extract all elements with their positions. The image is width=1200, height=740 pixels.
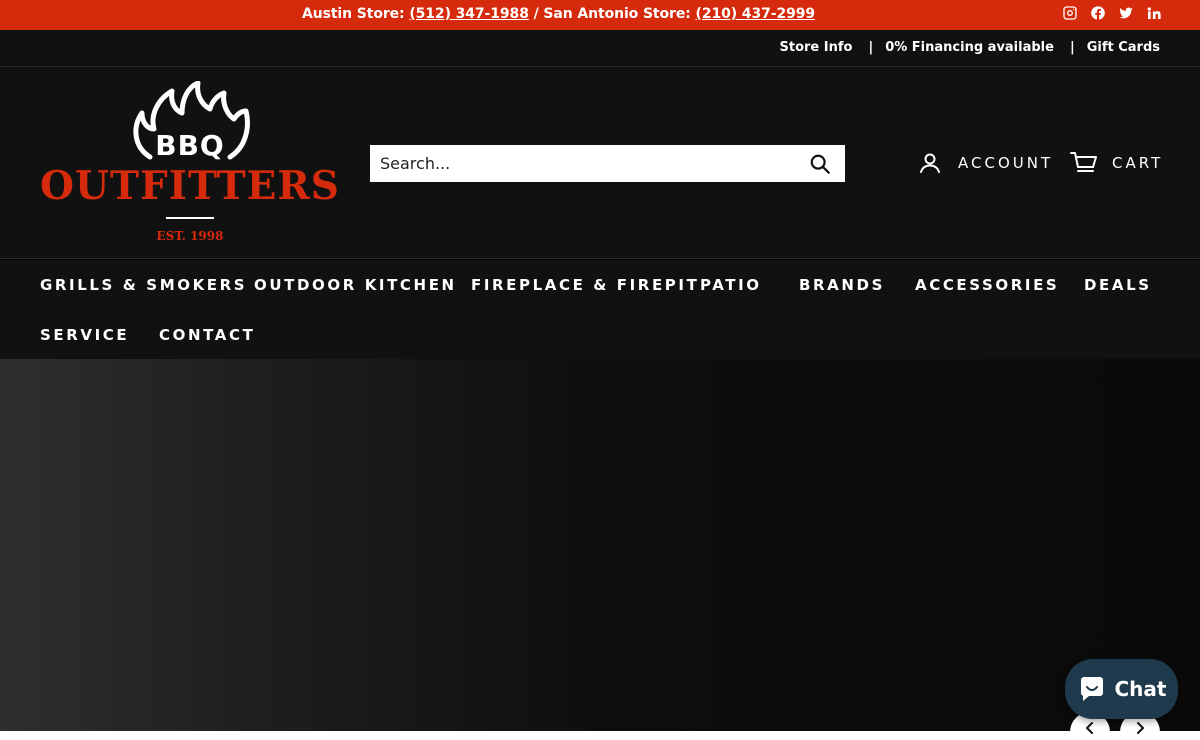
logo-divider [166, 217, 214, 219]
announcement-bar: Austin Store: (512) 347-1988 / San Anton… [0, 0, 1200, 30]
nav-item-accessories[interactable]: ACCESSORIES [915, 276, 1059, 294]
chevron-left-icon [1086, 722, 1093, 734]
chat-button[interactable]: Chat [1065, 659, 1178, 719]
cart-icon [1070, 152, 1097, 172]
search-input[interactable] [370, 145, 795, 182]
logo-bbq-text: BBQ [155, 129, 225, 162]
nav-item-patio[interactable]: PATIO [700, 276, 762, 294]
store-info-link[interactable]: Store Info [780, 40, 853, 55]
search-button[interactable] [795, 145, 845, 182]
san-antonio-phone-link[interactable]: (210) 437-2999 [696, 6, 816, 22]
utility-bar: Store Info | 0% Financing available | Gi… [0, 30, 1200, 67]
logo-wordmark: OUTFITTERS [40, 163, 340, 209]
chat-label: Chat [1114, 677, 1167, 701]
social-links [1062, 5, 1162, 21]
hero-banner [0, 359, 1200, 731]
nav-item-service[interactable]: SERVICE [40, 326, 129, 344]
facebook-icon[interactable] [1090, 5, 1106, 21]
account-label: ACCOUNT [958, 154, 1054, 172]
nav-item-fireplace-firepit[interactable]: FIREPLACE & FIREPIT [471, 276, 699, 294]
utility-separator: | [868, 40, 874, 55]
logo-established: EST. 1998 [156, 229, 224, 243]
nav-item-brands[interactable]: BRANDS [799, 276, 885, 294]
page-bottom-strip [0, 731, 1200, 740]
austin-phone-link[interactable]: (512) 347-1988 [409, 6, 529, 22]
linkedin-icon[interactable] [1146, 5, 1162, 21]
user-icon [920, 153, 940, 173]
utility-links: Store Info | 0% Financing available | Gi… [780, 40, 1161, 55]
san-antonio-label: / San Antonio Store: [528, 6, 696, 22]
site-logo[interactable]: BBQ OUTFITTERS EST. 1998 [40, 81, 340, 245]
cart-link[interactable]: CART [1070, 151, 1163, 175]
account-link[interactable]: ACCOUNT [918, 151, 1053, 175]
nav-item-deals[interactable]: DEALS [1084, 276, 1152, 294]
nav-item-contact[interactable]: CONTACT [159, 326, 255, 344]
instagram-icon[interactable] [1062, 5, 1078, 21]
nav-item-grills-smokers[interactable]: GRILLS & SMOKERS [40, 276, 247, 294]
gift-cards-link[interactable]: Gift Cards [1087, 40, 1160, 55]
austin-label: Austin Store: [302, 6, 410, 22]
site-header: BBQ OUTFITTERS EST. 1998 ACCOUNT CART [0, 67, 1200, 259]
cart-label: CART [1112, 154, 1164, 172]
utility-separator: | [1069, 40, 1075, 55]
nav-item-outdoor-kitchen[interactable]: OUTDOOR KITCHEN [254, 276, 457, 294]
chat-bubble-icon [1080, 677, 1103, 701]
main-nav: GRILLS & SMOKERS OUTDOOR KITCHEN FIREPLA… [0, 260, 1200, 359]
financing-link[interactable]: 0% Financing available [885, 40, 1054, 55]
twitter-icon[interactable] [1118, 5, 1134, 21]
search-icon [810, 154, 830, 174]
store-phones: Austin Store: (512) 347-1988 / San Anton… [302, 6, 815, 22]
search-bar [370, 145, 845, 182]
chevron-right-icon [1137, 722, 1144, 734]
